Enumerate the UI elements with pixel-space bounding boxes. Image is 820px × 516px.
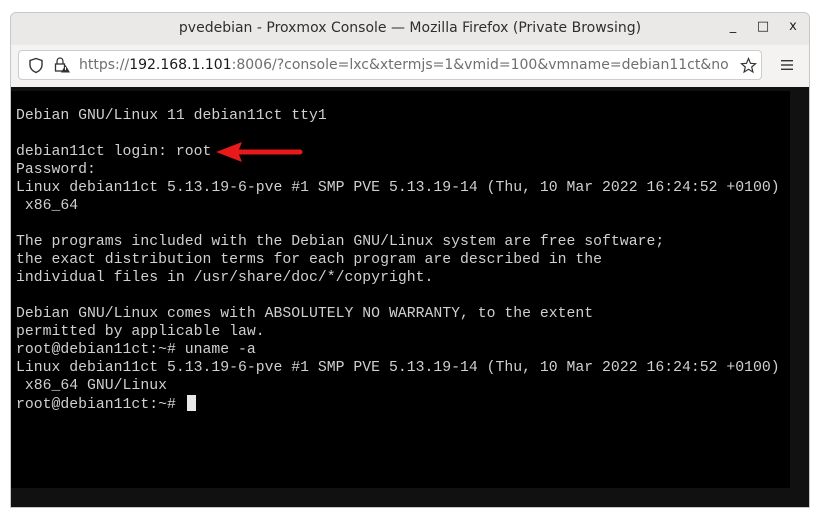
terminal-line: Linux debian11ct 5.13.19-6-pve #1 SMP PV… (16, 360, 780, 376)
browser-window: pvedebian - Proxmox Console — Mozilla Fi… (10, 12, 810, 508)
lock-warning-icon[interactable] (53, 56, 71, 74)
terminal-line: the exact distribution terms for each pr… (16, 252, 603, 268)
terminal-cursor (186, 395, 196, 411)
url-scheme: https:// (79, 57, 130, 73)
page-content: Debian GNU/Linux 11 debian11ct tty1 debia… (11, 87, 809, 507)
window-title: pvedebian - Proxmox Console — Mozilla Fi… (178, 20, 642, 36)
terminal-line: Password: (16, 162, 96, 178)
terminal-line: The programs included with the Debian GN… (16, 234, 665, 250)
terminal-line: Linux debian11ct 5.13.19-6-pve #1 SMP PV… (16, 180, 780, 196)
terminal-line: root@debian11ct:~# uname -a (16, 342, 256, 358)
terminal-output: Debian GNU/Linux 11 debian11ct tty1 debia… (16, 107, 780, 413)
terminal-console[interactable]: Debian GNU/Linux 11 debian11ct tty1 debia… (11, 91, 790, 488)
minimize-button[interactable]: _ (724, 19, 742, 34)
star-icon[interactable] (740, 57, 757, 74)
hamburger-menu-icon[interactable] (780, 59, 794, 71)
terminal-prompt-line: root@debian11ct:~# (16, 395, 780, 413)
terminal-line: Debian GNU/Linux 11 debian11ct tty1 (16, 108, 327, 124)
terminal-line: x86_64 GNU/Linux (16, 378, 167, 394)
close-button[interactable]: x (784, 19, 802, 34)
terminal-line: debian11ct login: root (16, 144, 212, 160)
url-bar[interactable]: https://192.168.1.101:8006/?console=lxc&… (18, 50, 762, 80)
url-host: 192.168.1.101 (129, 57, 232, 73)
terminal-line: Debian GNU/Linux comes with ABSOLUTELY N… (16, 306, 594, 322)
title-bar[interactable]: pvedebian - Proxmox Console — Mozilla Fi… (11, 13, 809, 45)
annotation-arrow-icon (216, 142, 303, 162)
terminal-line: permitted by applicable law. (16, 324, 265, 340)
maximize-button[interactable]: □ (754, 19, 772, 34)
shield-icon[interactable] (28, 57, 44, 74)
navigation-bar: https://192.168.1.101:8006/?console=lxc&… (11, 45, 809, 88)
terminal-line: individual files in /usr/share/doc/*/cop… (16, 270, 434, 286)
url-text[interactable]: https://192.168.1.101:8006/?console=lxc&… (79, 57, 729, 73)
url-path: :8006/?console=lxc&xtermjs=1&vmid=100&vm… (231, 57, 729, 73)
terminal-line: x86_64 (16, 198, 79, 214)
terminal-prompt: root@debian11ct:~# (16, 397, 185, 413)
